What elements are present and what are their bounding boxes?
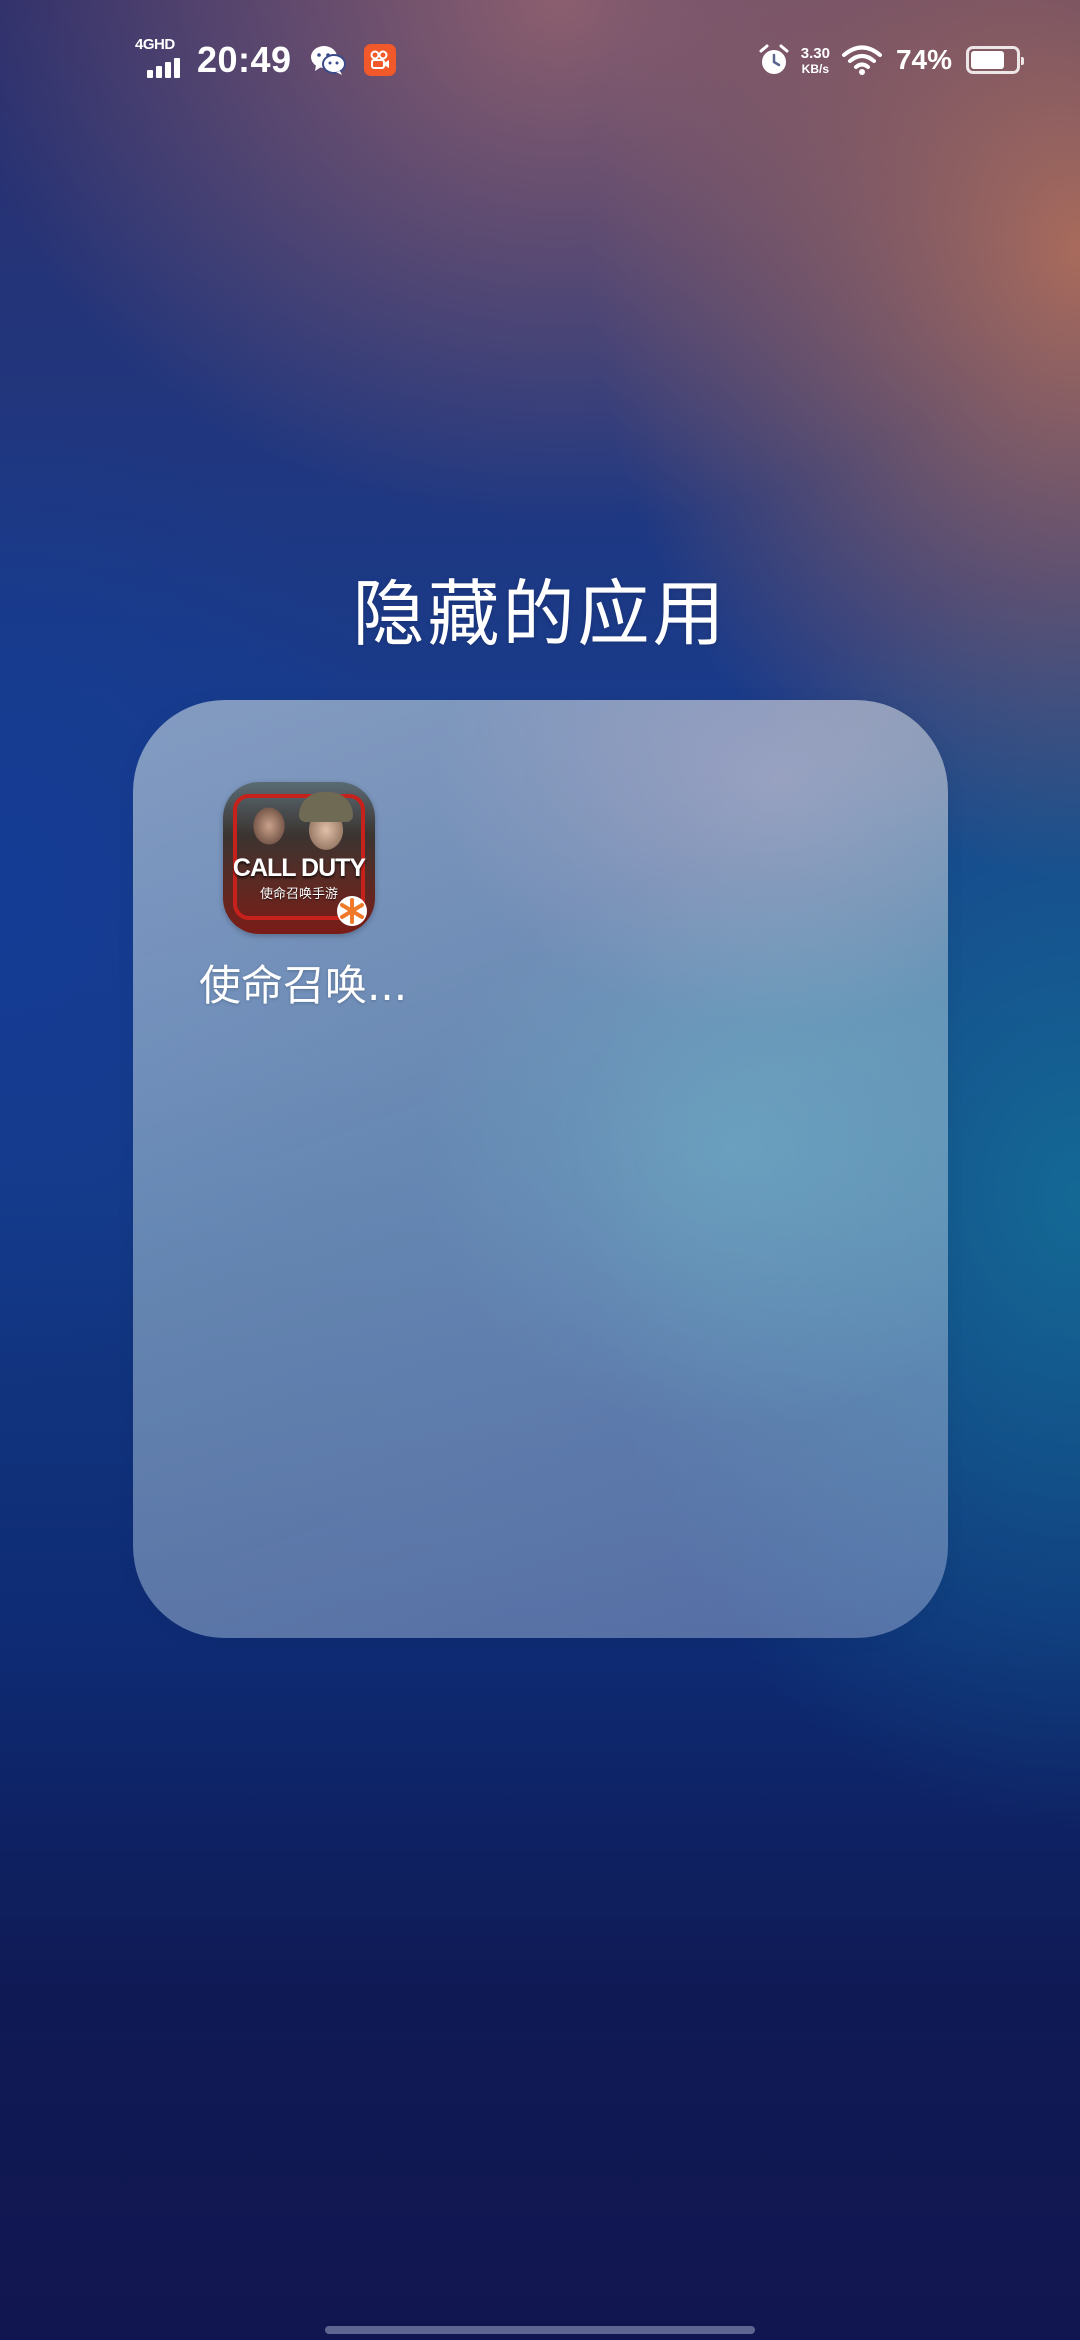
battery-icon (966, 46, 1024, 74)
kuaishou-icon (363, 44, 396, 76)
status-bar-right: 3.30 KB/s 74% (757, 36, 1024, 84)
tencent-games-badge-icon (337, 896, 367, 926)
hidden-apps-folder: CALL DUTY 使命召唤手游 使命召唤... (133, 700, 948, 1638)
status-bar-left: 4GHD 20:49 (135, 36, 396, 84)
network-speed: 3.30 KB/s (801, 46, 830, 75)
folder-title[interactable]: 隐藏的应用 (0, 555, 1080, 660)
network-speed-unit: KB/s (801, 61, 830, 76)
battery-percent: 74% (895, 44, 952, 75)
call-of-duty-app-icon[interactable]: CALL DUTY 使命召唤手游 (223, 782, 375, 934)
home-gesture-bar[interactable] (325, 2326, 755, 2334)
app-shortcut-call-of-duty[interactable]: CALL DUTY 使命召唤手游 使命召唤... (199, 782, 408, 1013)
network-speed-value: 3.30 (800, 44, 830, 62)
wechat-icon (310, 44, 346, 76)
cellular-signal-icon: 4GHD (135, 36, 185, 80)
network-type: 4GHD (135, 36, 175, 53)
battery-level-fill (971, 51, 1004, 69)
app-icon-logo-text: CALL DUTY (232, 854, 366, 882)
status-bar: 4GHD 20:49 3.30 KB/s 74% (0, 0, 1080, 120)
app-label: 使命召唤... (199, 961, 408, 1010)
clock: 20:49 (197, 39, 292, 80)
alarm-icon (757, 43, 791, 77)
wifi-icon (841, 44, 882, 76)
